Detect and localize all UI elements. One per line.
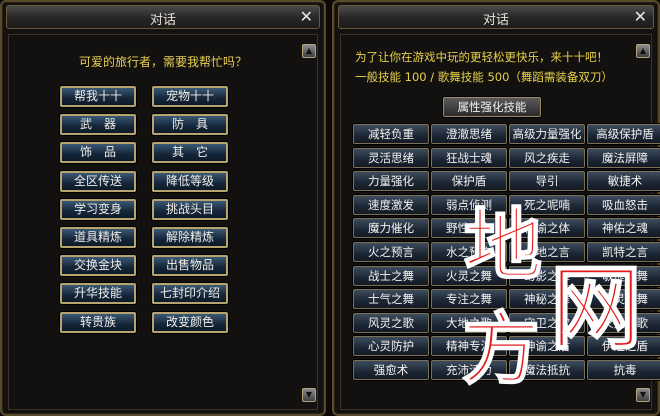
skill-button[interactable]: 高级力量强化 xyxy=(509,124,585,144)
skill-button[interactable]: 保护盾 xyxy=(431,171,507,192)
skill-button[interactable]: 力量强化 xyxy=(353,171,429,192)
skill-button[interactable]: 死之呢喃 xyxy=(509,194,585,215)
skill-button[interactable]: 速度激发 xyxy=(353,194,429,215)
skill-button[interactable]: 神谕之盾 xyxy=(509,336,585,357)
dialog-option-button[interactable]: 全区传送 xyxy=(60,170,136,192)
scroll-up-arrow-icon[interactable]: ▲ xyxy=(302,44,316,58)
dialog-option-button[interactable]: 饰 品 xyxy=(60,142,136,164)
skill-button[interactable]: 神谕之体 xyxy=(509,218,585,239)
dialog-option-button[interactable]: 其 它 xyxy=(152,142,228,164)
skill-button[interactable]: 弱点侦测 xyxy=(431,194,507,215)
skill-button[interactable]: 风之疾走 xyxy=(509,147,585,168)
skill-button[interactable]: 导引 xyxy=(509,171,585,192)
npc-greeting: 可爱的旅行者，需要我帮忙吗？ xyxy=(78,55,247,69)
dialog-option-button[interactable]: 改变颜色 xyxy=(152,311,228,333)
scrollbar[interactable]: ▲ ▼ xyxy=(636,36,650,408)
skill-button[interactable]: 强愈术 xyxy=(353,360,429,380)
dialog-title: 对话 xyxy=(482,13,509,28)
skill-button[interactable]: 火灵之舞 xyxy=(431,265,507,286)
dialog-option-button[interactable]: 帮我十十 xyxy=(60,86,136,107)
intro-text: 为了让你在游戏中玩的更轻松更快乐，来十十吧！ xyxy=(355,50,608,64)
skill-button[interactable]: 幻影之舞 xyxy=(509,265,585,286)
dialog-content: 可爱的旅行者，需要我帮忙吗？ 帮我十十 宠物十十武 器防 具饰 品其 它全区传送降… xyxy=(8,34,318,410)
npc-dialog-right: 对话 ✕ 为了让你在游戏中玩的更轻松更快乐，来十十吧！ 一般技能 100 / 歌… xyxy=(332,0,660,416)
close-icon[interactable]: ✕ xyxy=(634,7,647,26)
skill-button[interactable]: 风灵之歌 xyxy=(353,312,429,333)
dialog-option-button[interactable]: 转贵族 xyxy=(60,311,136,333)
skill-button[interactable]: 精神专注 xyxy=(431,336,507,357)
dialog-option-button[interactable]: 升华技能 xyxy=(60,283,136,305)
scroll-down-arrow-icon[interactable]: ▼ xyxy=(636,388,650,402)
dialog-option-button[interactable]: 道具精炼 xyxy=(60,227,136,248)
dialog-titlebar[interactable]: 对话 ✕ xyxy=(6,5,320,29)
scroll-down-arrow-icon[interactable]: ▼ xyxy=(302,388,316,402)
dialog-option-button[interactable]: 降低等级 xyxy=(152,170,228,192)
skill-button[interactable]: 水之预言 xyxy=(431,242,507,262)
dialog-option-button[interactable]: 挑战头目 xyxy=(152,198,228,220)
dialog-option-button[interactable]: 交换金块 xyxy=(60,255,136,277)
close-icon[interactable]: ✕ xyxy=(300,7,313,26)
dialog-content: 为了让你在游戏中玩的更轻松更快乐，来十十吧！ 一般技能 100 / 歌舞技能 5… xyxy=(340,34,660,410)
skill-button[interactable]: 战士之舞 xyxy=(353,265,429,286)
skill-button[interactable]: 大地之歌 xyxy=(431,312,507,333)
dialog-titlebar[interactable]: 对话 ✕ xyxy=(338,5,654,29)
skill-button[interactable]: 灵活思绪 xyxy=(353,147,429,168)
dialog-option-button[interactable]: 武 器 xyxy=(60,114,136,136)
dialog-option-button[interactable]: 防 具 xyxy=(152,114,228,136)
attribute-enhance-skills-button[interactable]: 属性强化技能 xyxy=(443,97,541,117)
scroll-up-arrow-icon[interactable]: ▲ xyxy=(636,44,650,58)
skill-button[interactable]: 守卫之歌 xyxy=(509,312,585,333)
skill-button[interactable]: 神秘之舞 xyxy=(509,289,585,310)
skill-button[interactable]: 野性魔力 xyxy=(431,218,507,239)
dialog-title: 对话 xyxy=(149,13,176,28)
skill-button[interactable]: 心灵防护 xyxy=(353,336,429,357)
skill-button[interactable]: 魔力催化 xyxy=(353,218,429,239)
skill-button[interactable]: 士气之舞 xyxy=(353,289,429,310)
dialog-option-button[interactable]: 解除精炼 xyxy=(152,227,228,248)
dialog-option-button[interactable]: 宠物十十 xyxy=(152,86,228,107)
dialog-option-button[interactable]: 七封印介绍 xyxy=(152,283,228,305)
skill-button[interactable]: 减轻负重 xyxy=(353,124,429,144)
skill-button[interactable]: 澄澈思绪 xyxy=(431,124,507,144)
npc-dialog-left: 对话 ✕ 可爱的旅行者，需要我帮忙吗？ 帮我十十 宠物十十武 器防 具饰 品其 它… xyxy=(0,0,326,416)
skill-button[interactable]: 狂战士魂 xyxy=(431,147,507,168)
skill-button[interactable]: 大地之言 xyxy=(509,242,585,262)
dialog-option-button[interactable]: 学习变身 xyxy=(60,198,136,220)
skill-button[interactable]: 专注之舞 xyxy=(431,289,507,310)
skill-cost-text: 一般技能 100 / 歌舞技能 500（舞蹈需装备双刀） xyxy=(355,70,613,84)
skill-button[interactable]: 火之预言 xyxy=(353,242,429,262)
scrollbar[interactable]: ▲ ▼ xyxy=(302,36,316,408)
skill-button[interactable]: 充沛活力 xyxy=(431,360,507,380)
skill-button[interactable]: 魔法抵抗 xyxy=(509,360,585,380)
dialog-option-button[interactable]: 出售物品 xyxy=(152,255,228,277)
